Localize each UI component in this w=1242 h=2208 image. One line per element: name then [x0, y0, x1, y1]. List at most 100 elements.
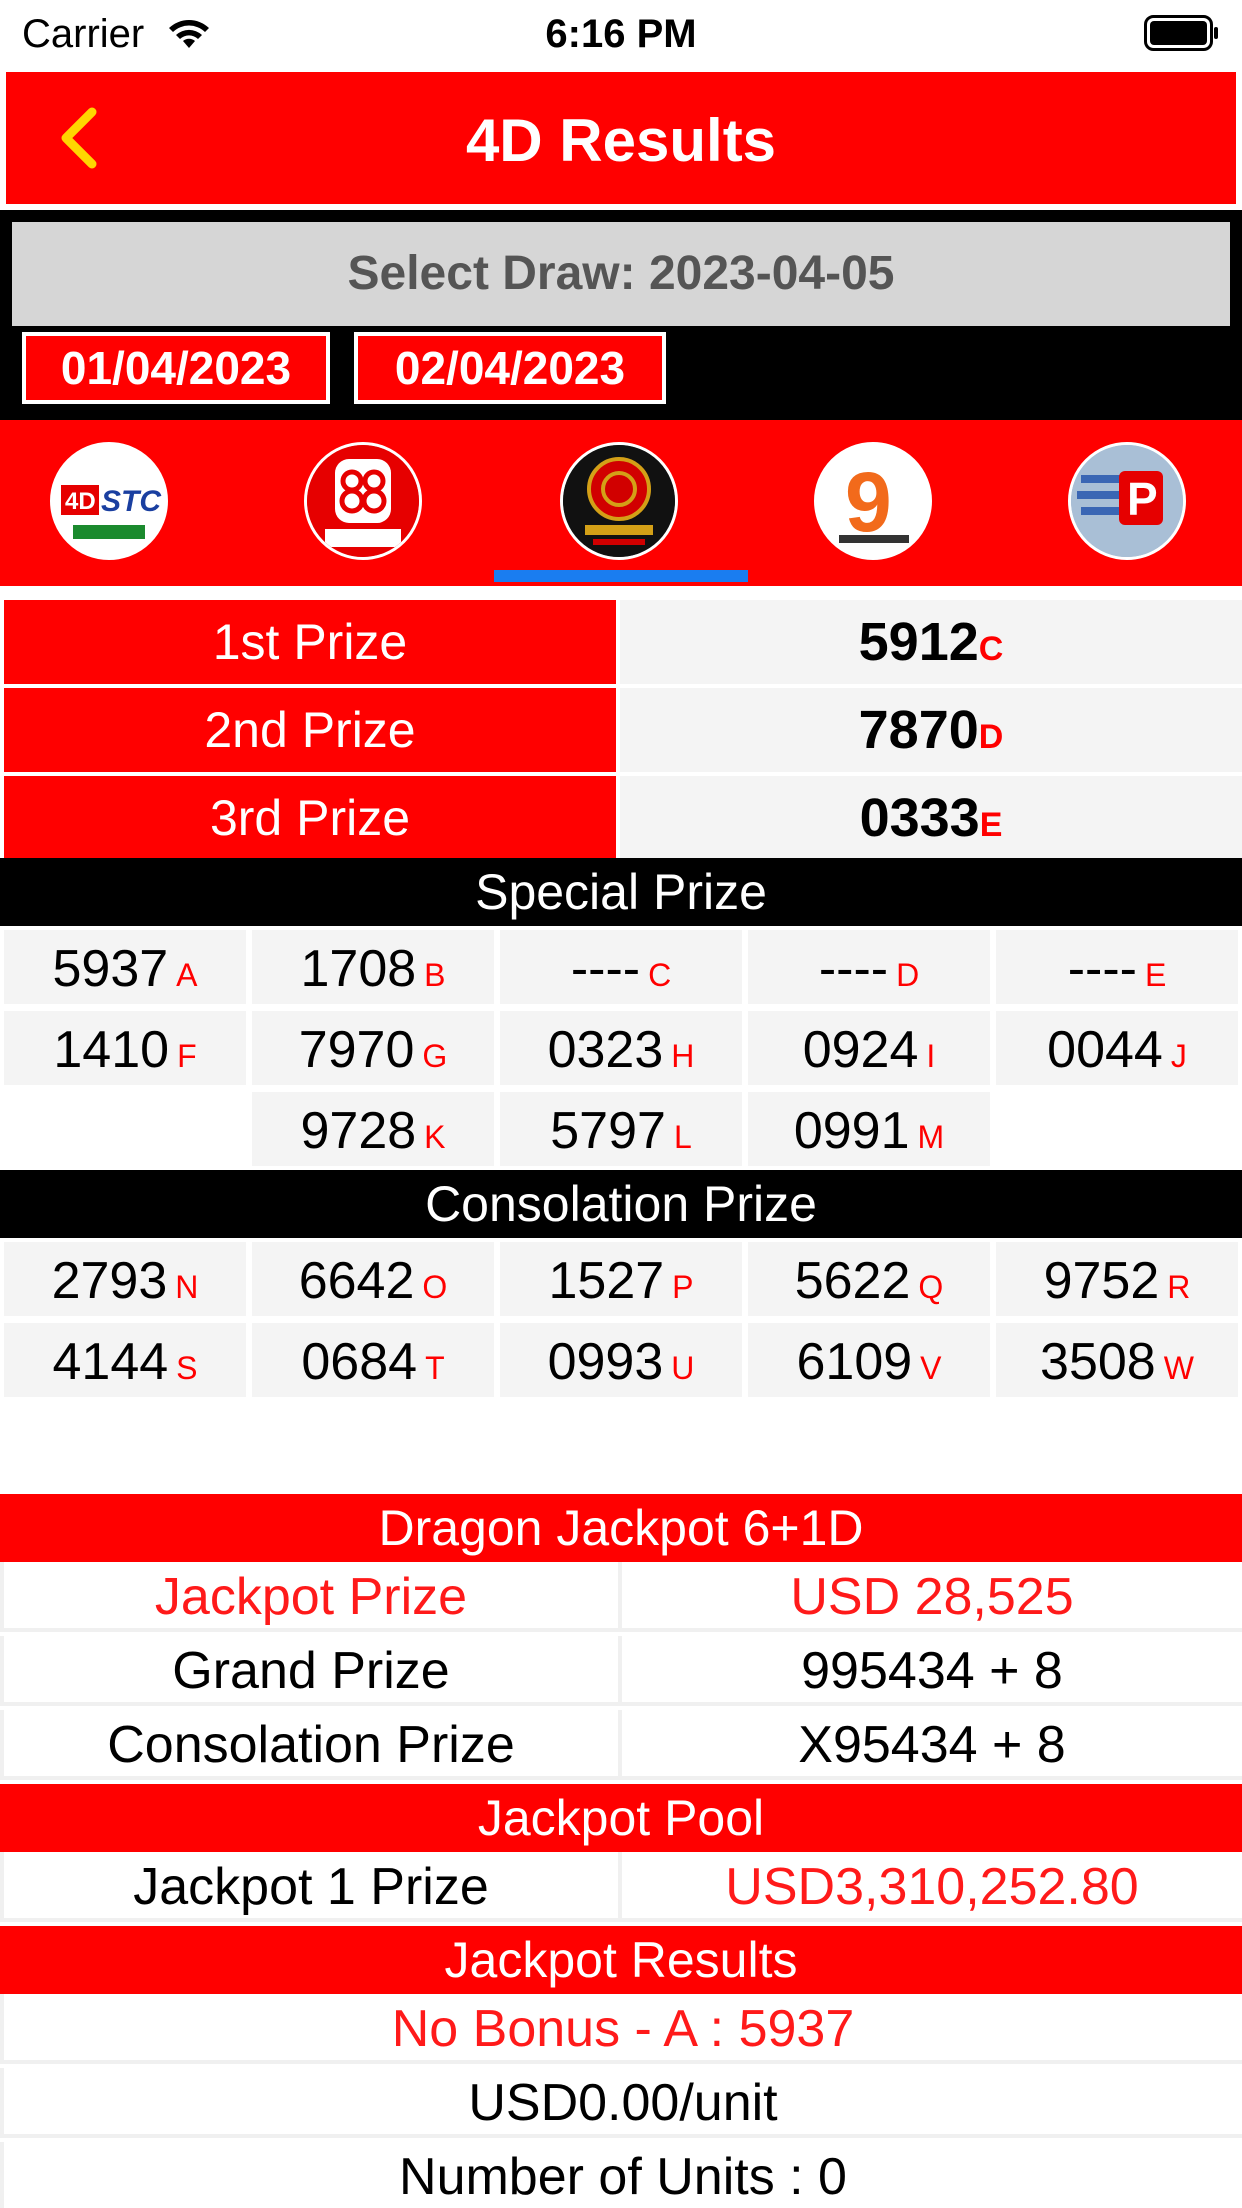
prize-tag: C: [978, 630, 1004, 668]
special-prize-header: Special Prize: [0, 858, 1242, 926]
jackpot-result-units: Number of Units : 0: [4, 2142, 1242, 2208]
prize-number: ----: [1067, 940, 1137, 998]
prize-number: 5622: [794, 1252, 911, 1310]
jackpot-pool-label: Jackpot 1 Prize: [4, 1852, 618, 1918]
jackpot-pool-header: Jackpot Pool: [0, 1784, 1242, 1852]
jackpot-result-bonus: No Bonus - A : 5937: [4, 1994, 1242, 2060]
status-bar: Carrier 6:16 PM: [0, 0, 1242, 68]
prize-number-cell: 1708 B: [252, 930, 494, 1004]
consolation-prize-header: Consolation Prize: [0, 1170, 1242, 1238]
prize-number: 6642: [298, 1252, 415, 1310]
prize-number-cell: 6109 V: [748, 1323, 990, 1397]
prize-number: ----: [570, 940, 641, 998]
jackpot-result-unit-price: USD0.00/unit: [4, 2068, 1242, 2134]
prize-number: 0684: [301, 1333, 418, 1391]
prize-number: 0924: [802, 1021, 919, 1079]
prize-number: 4144: [52, 1333, 169, 1391]
third-prize-row: 3rd Prize 0333E: [0, 776, 1242, 860]
prize-number-cell: ---- D: [748, 930, 990, 1004]
jackpot-result-row: Number of Units : 0: [0, 2142, 1242, 2208]
prize-tag: E: [1144, 957, 1167, 993]
jackpot-pool-value: USD3,310,252.80: [622, 1852, 1242, 1918]
prize-number: 5797: [550, 1102, 666, 1160]
stc-logo-icon[interactable]: 4D STC: [50, 442, 168, 560]
prize-value: 0333E: [620, 776, 1242, 860]
perdana-logo-icon[interactable]: P: [1068, 442, 1186, 560]
jackpot-prize-label: Jackpot Prize: [4, 1562, 618, 1628]
prize-tag: V: [920, 1350, 942, 1386]
prize-number-cell: ---- E: [996, 930, 1238, 1004]
prize-number-cell: 0044 J: [996, 1011, 1238, 1085]
second-prize-row: 2nd Prize 7870D: [0, 688, 1242, 772]
prize-tag: D: [896, 957, 920, 993]
prize-tag: U: [671, 1350, 695, 1386]
prize-number: 0333: [859, 788, 980, 848]
prize-tag: P: [672, 1269, 694, 1305]
prize-label: 2nd Prize: [4, 688, 616, 772]
prize-value: 7870D: [620, 688, 1242, 772]
prize-number-cell: 3508 W: [996, 1323, 1238, 1397]
svg-text:9: 9: [845, 455, 892, 549]
prize-tag: I: [926, 1038, 936, 1074]
grand-dragon-logo-icon[interactable]: [560, 442, 678, 560]
jackpot-result-row: No Bonus - A : 5937: [0, 1994, 1242, 2064]
prize-tag: H: [671, 1038, 695, 1074]
prize-tag: Q: [918, 1269, 944, 1305]
prize-tag: F: [177, 1038, 197, 1074]
prize-number: 9728: [300, 1102, 417, 1160]
jackpot-consolation-label: Consolation Prize: [4, 1710, 618, 1776]
prize-number-cell: 5797 L: [500, 1092, 742, 1166]
prize-number: 7970: [298, 1021, 415, 1079]
jackpot-result-row: USD0.00/unit: [0, 2068, 1242, 2138]
operator-tab-strip: 4D STC 9 P: [0, 420, 1242, 586]
prize-number: 6109: [796, 1333, 913, 1391]
select-draw-label: Select Draw: 2023-04-05: [347, 247, 895, 300]
prize-number-cell: [4, 1092, 246, 1166]
date-chip-2[interactable]: 02/04/2023: [354, 332, 666, 404]
prize-number-cell: 9728 K: [252, 1092, 494, 1166]
grand-prize-value: 995434 + 8: [622, 1636, 1242, 1702]
prize-number: 1410: [53, 1021, 170, 1079]
prize-number: 5912: [858, 612, 979, 672]
sabah88-logo-icon[interactable]: [304, 442, 422, 560]
prize-number-cell: 5937 A: [4, 930, 246, 1004]
prize-number-cell: 6642 O: [252, 1242, 494, 1316]
battery-icon: [1144, 15, 1218, 51]
svg-text:P: P: [1127, 473, 1158, 525]
prize-number-cell: [996, 1092, 1238, 1166]
prize-number-cell: 1410 F: [4, 1011, 246, 1085]
prize-number-cell: 1527 P: [500, 1242, 742, 1316]
prize-tag: J: [1170, 1038, 1187, 1074]
grand-prize-label: Grand Prize: [4, 1636, 618, 1702]
prize-tag: W: [1163, 1350, 1194, 1386]
prize-label: 3rd Prize: [4, 776, 616, 860]
prize-number: 1527: [548, 1252, 665, 1310]
grand-prize-row: Grand Prize 995434 + 8: [0, 1636, 1242, 1706]
prize-tag: C: [648, 957, 672, 993]
prize-number: 1708: [300, 940, 417, 998]
jackpot-header: Dragon Jackpot 6+1D: [0, 1494, 1242, 1562]
prize-tag: K: [424, 1119, 446, 1155]
prize-number: 0993: [547, 1333, 664, 1391]
prize-tag: D: [978, 718, 1004, 756]
prize-tag: B: [424, 957, 446, 993]
prize-number: 0323: [547, 1021, 664, 1079]
date-chip-1[interactable]: 01/04/2023: [22, 332, 330, 404]
prize-number: 9752: [1043, 1252, 1160, 1310]
prize-number-cell: 0993 U: [500, 1323, 742, 1397]
select-draw-button[interactable]: Select Draw: 2023-04-05: [12, 222, 1230, 326]
nine-lotto-logo-icon[interactable]: 9: [814, 442, 932, 560]
prize-tag: G: [422, 1038, 448, 1074]
prize-number-cell: 7970 G: [252, 1011, 494, 1085]
jackpot-prize-value: USD 28,525: [622, 1562, 1242, 1628]
first-prize-row: 1st Prize 5912C: [0, 600, 1242, 684]
prize-number-cell: 2793 N: [4, 1242, 246, 1316]
prize-tag: O: [422, 1269, 448, 1305]
prize-number: 2793: [51, 1252, 168, 1310]
jackpot-results-header: Jackpot Results: [0, 1926, 1242, 1994]
prize-number-cell: 0684 T: [252, 1323, 494, 1397]
selected-operator-indicator: [494, 570, 748, 582]
prize-label: 1st Prize: [4, 600, 616, 684]
prize-number: 3508: [1040, 1333, 1156, 1391]
prize-tag: L: [673, 1119, 692, 1155]
